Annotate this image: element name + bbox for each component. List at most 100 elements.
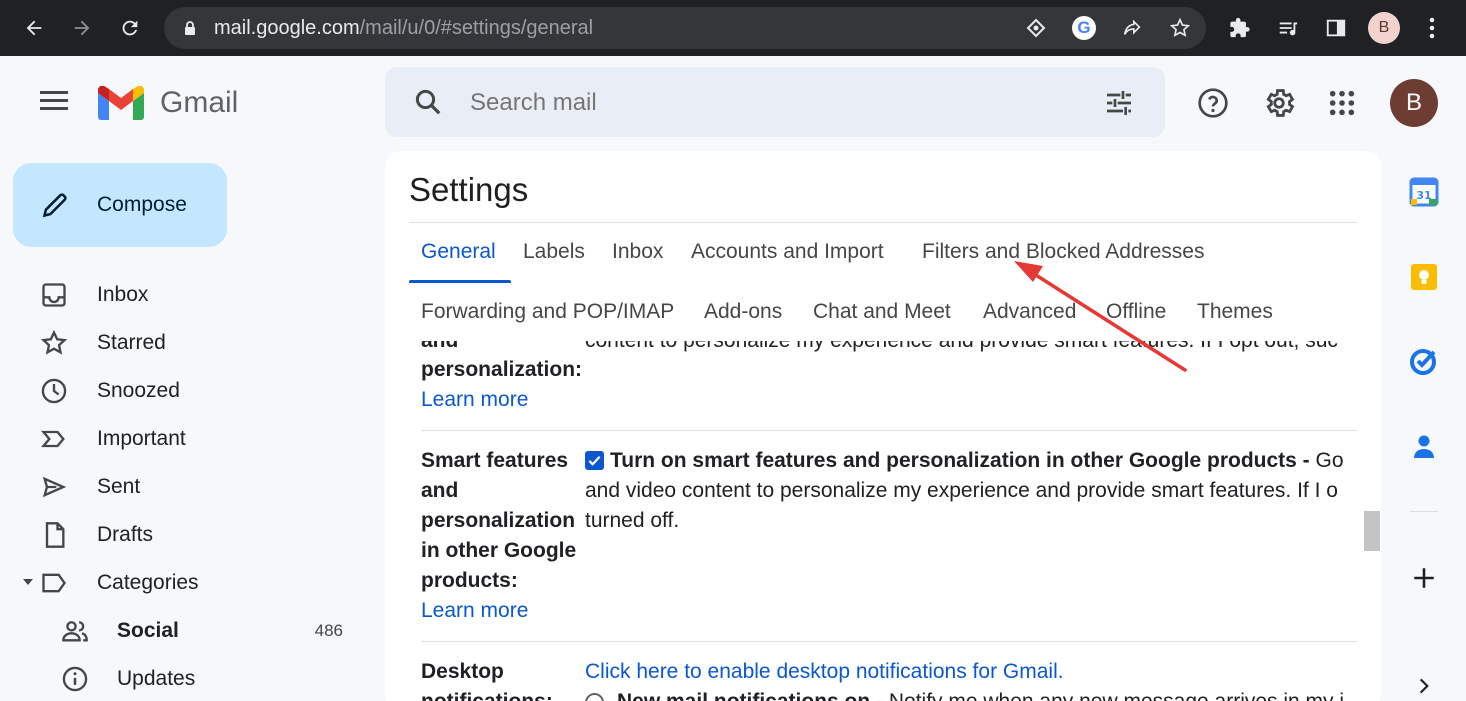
send-icon [42, 476, 67, 498]
setting-label: Desktop [421, 660, 504, 683]
smart-features-checkbox[interactable] [585, 451, 604, 470]
tab-filters-and-blocked-addresses[interactable]: Filters and Blocked Addresses [922, 240, 1204, 264]
divider [1410, 511, 1438, 512]
inbox-icon [42, 283, 66, 307]
browser-toolbar: mail.google.com/mail/u/0/#settings/gener… [0, 0, 1466, 56]
setting-label: personalization [421, 509, 576, 532]
share-icon[interactable] [1118, 14, 1146, 42]
label-icon [42, 573, 66, 593]
tab-add-ons[interactable]: Add-ons [704, 300, 782, 324]
tasks-icon[interactable] [1406, 343, 1442, 379]
add-icon[interactable] [1406, 560, 1442, 596]
settings-gear-icon[interactable] [1261, 85, 1297, 121]
account-avatar[interactable]: B [1390, 79, 1438, 127]
checkmark-icon [588, 455, 601, 466]
forward-icon[interactable] [64, 10, 100, 46]
sidebar-item-drafts[interactable]: Drafts [0, 512, 370, 556]
star-bookmark-icon[interactable] [1166, 14, 1194, 42]
contacts-icon[interactable] [1406, 428, 1442, 464]
clock-icon [41, 378, 67, 404]
media-control-icon[interactable] [1270, 10, 1306, 46]
enable-desktop-notifications-link[interactable]: Click here to enable desktop notificatio… [585, 657, 1064, 687]
extensions-icon[interactable] [1222, 10, 1258, 46]
help-icon[interactable] [1195, 85, 1231, 121]
people-icon [62, 621, 88, 642]
sidebar-item-label: Snoozed [97, 379, 180, 402]
setting-description-tail: Go [1315, 449, 1344, 472]
search-options-icon[interactable] [1103, 87, 1135, 119]
new-mail-notifications-radio[interactable] [585, 693, 604, 701]
tab-advanced[interactable]: Advanced [983, 300, 1076, 324]
sidebar-item-starred[interactable]: Starred [0, 320, 370, 364]
setting-description: New mail notifications on - Notify me wh… [617, 687, 1344, 701]
svg-text:31: 31 [1416, 189, 1431, 202]
main-menu-icon[interactable] [36, 86, 74, 122]
chevron-right-icon[interactable] [1406, 668, 1442, 701]
sidebar-item-label: Important [97, 427, 186, 450]
active-tab-indicator [409, 280, 511, 283]
back-icon[interactable] [16, 10, 52, 46]
search-input[interactable] [470, 89, 1070, 117]
lens-icon[interactable] [1022, 14, 1050, 42]
sidebar-item-inbox[interactable]: Inbox [0, 272, 370, 316]
setting-label: in other Google [421, 539, 577, 562]
address-bar[interactable]: mail.google.com/mail/u/0/#settings/gener… [164, 7, 1206, 49]
gmail-logo-icon [98, 86, 144, 120]
setting-description: content to personalize my experience and… [585, 341, 1338, 356]
important-icon [41, 430, 65, 448]
calendar-icon[interactable]: 31 [1406, 174, 1442, 210]
tab-accounts-and-import[interactable]: Accounts and Import [691, 240, 884, 264]
apps-grid-icon[interactable] [1324, 85, 1360, 121]
setting-label: notifications: [421, 687, 553, 701]
settings-content: and content to personalize my experience… [385, 341, 1357, 701]
reload-icon[interactable] [112, 10, 148, 46]
tab-offline[interactable]: Offline [1106, 300, 1166, 324]
unread-count: 486 [314, 621, 343, 640]
radio-description: Notify me when any new message arrives i… [889, 690, 1344, 701]
tab-chat-and-meet[interactable]: Chat and Meet [813, 300, 951, 324]
compose-button[interactable]: Compose [13, 163, 227, 247]
browser-profile-avatar[interactable]: B [1368, 12, 1400, 44]
page-title: Settings [409, 171, 529, 208]
setting-label: products: [421, 569, 518, 592]
divider [421, 430, 1357, 431]
search-icon[interactable] [413, 87, 443, 117]
sidebar-item-snoozed[interactable]: Snoozed [0, 368, 370, 412]
browser-menu-icon[interactable] [1414, 10, 1450, 46]
sidebar-item-important[interactable]: Important [0, 416, 370, 460]
radio-label: New mail notifications on - [617, 690, 883, 701]
url-text: mail.google.com/mail/u/0/#settings/gener… [214, 17, 594, 39]
side-panel-icon[interactable] [1318, 10, 1354, 46]
tab-themes[interactable]: Themes [1197, 300, 1273, 324]
lock-icon [185, 21, 195, 35]
pencil-icon [42, 193, 67, 218]
scrollbar-thumb[interactable] [1364, 511, 1380, 551]
app-name: Gmail [160, 86, 239, 119]
learn-more-link[interactable]: Learn more [421, 385, 528, 415]
sidebar-item-label: Drafts [97, 523, 154, 546]
setting-description: turned off. [585, 509, 680, 532]
setting-label: and [421, 341, 458, 356]
search-bar[interactable] [385, 67, 1165, 137]
divider [421, 641, 1357, 642]
sidebar-item-label: Categories [97, 571, 199, 594]
sidebar-item-updates[interactable]: Updates [0, 656, 370, 700]
learn-more-link[interactable]: Learn more [421, 596, 528, 626]
sidebar-item-social[interactable]: Social 486 [0, 608, 370, 652]
caret-down-icon[interactable] [22, 577, 34, 587]
tab-labels[interactable]: Labels [523, 240, 585, 264]
keep-icon[interactable] [1406, 259, 1442, 295]
setting-label: Smart features [421, 449, 569, 472]
setting-label: and [421, 479, 459, 502]
sidebar-item-sent[interactable]: Sent [0, 464, 370, 508]
info-icon [62, 666, 88, 692]
sidebar-item-label: Inbox [97, 283, 149, 306]
sidebar-item-label: Starred [97, 331, 166, 354]
sidebar-item-categories[interactable]: Categories [0, 560, 370, 604]
sidebar-item-label: Sent [97, 475, 141, 498]
setting-description: Turn on smart features and personalizati… [610, 446, 1344, 476]
google-icon[interactable]: G [1070, 14, 1098, 42]
tab-inbox[interactable]: Inbox [612, 240, 663, 264]
tab-general[interactable]: General [421, 240, 496, 264]
tab-forwarding-and-pop-imap[interactable]: Forwarding and POP/IMAP [421, 300, 674, 324]
